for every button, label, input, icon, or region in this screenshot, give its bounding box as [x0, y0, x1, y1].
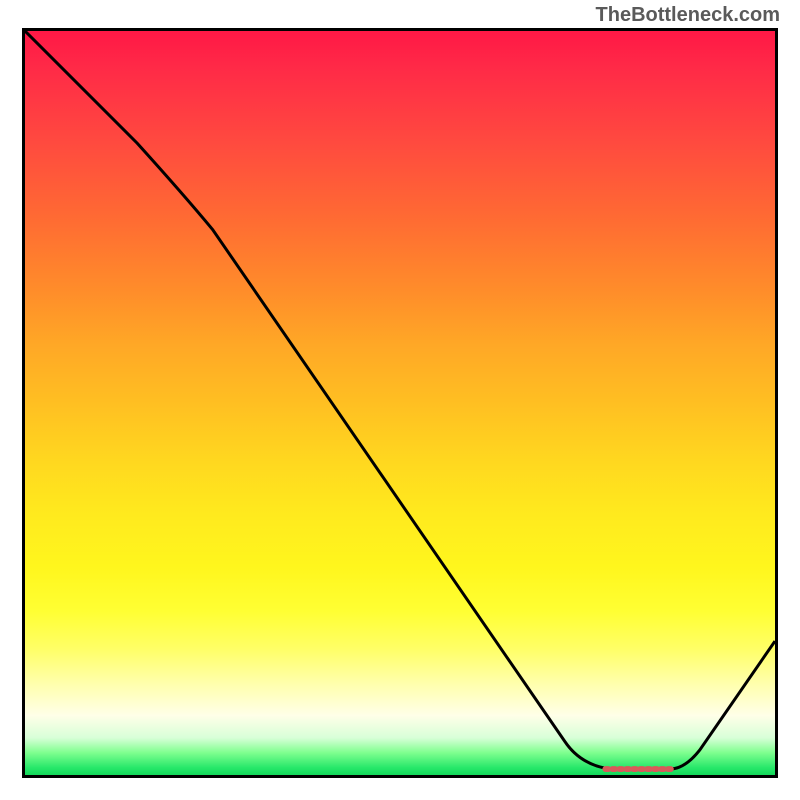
watermark-text: TheBottleneck.com: [596, 4, 780, 27]
chart-plot-area: [22, 28, 778, 778]
chart-curve-svg: [25, 31, 775, 775]
curve-path: [25, 31, 775, 769]
